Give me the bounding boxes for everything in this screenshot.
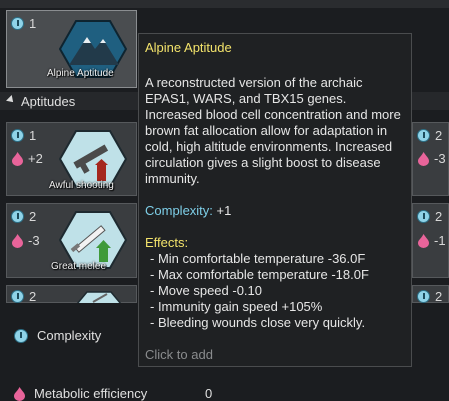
gene-card-right-2[interactable]: 2 -1 [412,203,449,278]
metabolic-stat: -3 [12,233,40,248]
complexity-value: 1 [29,16,37,31]
gene-card-awful-shooting[interactable]: 1 +2 Awful shooting [6,122,137,196]
complexity-stat: 2 [417,209,442,224]
tooltip-complexity: Complexity: +1 [145,203,405,219]
summary-complexity-label: Complexity [37,328,102,343]
summary-metabolic-label: Metabolic efficiency [34,386,148,401]
complexity-stat: 1 [11,128,36,143]
metabolic-flame-icon [418,151,429,166]
gene-card-great-melee[interactable]: 2 -3 Great melee [6,203,137,278]
gene-label: Great melee [51,261,107,272]
summary-metabolic-value: 0 [205,386,213,401]
summary-complexity-row: Complexity [14,328,101,343]
complexity-stat: 1 [11,16,36,31]
complexity-value: 2 [29,289,37,304]
complexity-value: 2 [435,209,443,224]
effect-item: - Immunity gain speed +105% [150,299,323,314]
tooltip-effects-list: - Min comfortable temperature -36.0F - M… [145,251,405,331]
effect-item: - Min comfortable temperature -36.0F [150,251,366,266]
section-title: Aptitudes [21,94,76,109]
metabolic-value: -1 [434,233,446,248]
complexity-icon [417,210,430,223]
tooltip-description: A reconstructed version of the archaic E… [145,75,401,186]
complexity-value: 1 [29,128,37,143]
metabolic-flame-icon [14,386,25,401]
complexity-icon [14,328,28,343]
metabolic-stat: -3 [418,151,446,166]
metabolic-stat: +2 [12,151,43,166]
gene-card-right-3[interactable]: 2 [412,285,449,304]
metabolic-value: +2 [28,151,43,166]
gene-card-alpine-aptitude[interactable]: 1 Alpine Aptitude [6,10,137,88]
gene-label: Awful shooting [49,180,114,191]
metabolic-value: -3 [28,233,40,248]
top-strip [0,0,449,8]
tooltip-hint: Click to add [145,347,213,362]
tooltip-complexity-label: Complexity: [145,203,213,218]
complexity-icon [11,17,24,30]
complexity-value: 2 [435,128,443,143]
metabolic-flame-icon [12,151,23,166]
summary-metabolic-row: Metabolic efficiency [14,386,147,401]
complexity-icon [11,210,24,223]
complexity-value: 2 [29,209,37,224]
tooltip-title: Alpine Aptitude [145,40,232,55]
gene-icon-partial [76,291,122,304]
tooltip-complexity-value: +1 [212,203,232,218]
effect-item: - Move speed -0.10 [150,283,263,298]
metabolic-value: -3 [434,151,446,166]
effect-item: - Max comfortable temperature -18.0F [150,267,369,282]
complexity-stat: 2 [417,128,442,143]
effect-item: - Bleeding wounds close very quickly. [150,315,366,330]
gene-tooltip: Alpine Aptitude A reconstructed version … [138,33,412,367]
collapse-triangle-icon [6,95,16,105]
complexity-stat: 2 [417,289,442,304]
complexity-icon [11,129,24,142]
gene-label: Alpine Aptitude [47,68,114,79]
metabolic-stat: -1 [418,233,446,248]
complexity-value: 2 [435,289,443,304]
metabolic-flame-icon [12,233,23,248]
gene-card-right-1[interactable]: 2 -3 [412,122,449,196]
complexity-icon [417,129,430,142]
complexity-icon [11,290,24,303]
metabolic-flame-icon [418,233,429,248]
complexity-stat: 2 [11,289,36,304]
complexity-stat: 2 [11,209,36,224]
tooltip-effects-label: Effects: [145,235,189,250]
gene-card-partial[interactable]: 2 [6,285,137,304]
complexity-icon [417,290,430,303]
